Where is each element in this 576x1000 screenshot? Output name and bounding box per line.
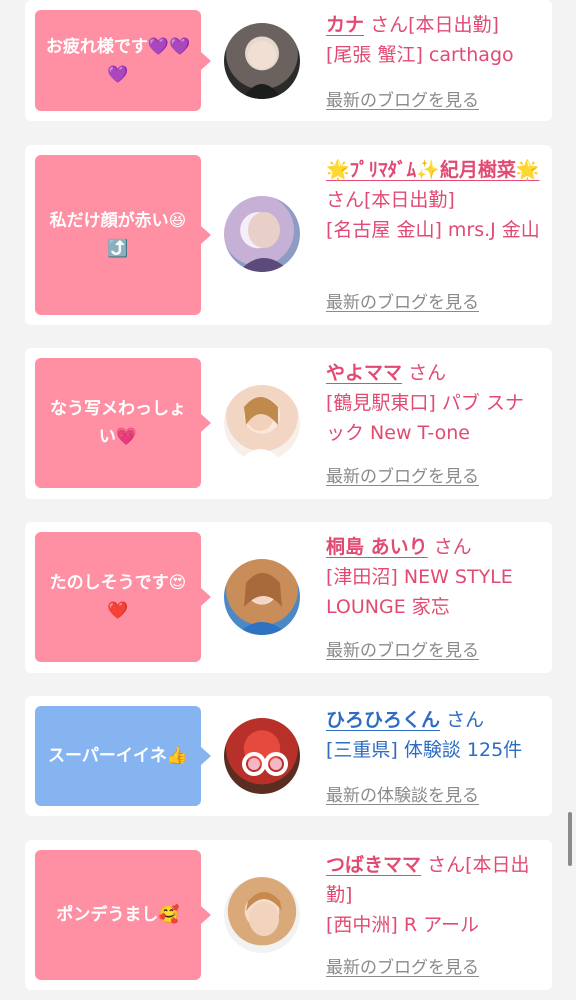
user-name-link[interactable]: つばきママ bbox=[326, 854, 421, 876]
message-bubble: お疲れ様です💜💜💜 bbox=[35, 10, 211, 111]
suffix-text: さん bbox=[433, 536, 472, 558]
card-kana: お疲れ様です💜💜💜 カナ さん[本日出勤] [尾張 蟹江] carthago 最… bbox=[25, 0, 552, 121]
info: ひろひろくん さん [三重県] 体験談 125件 bbox=[326, 705, 541, 765]
avatar[interactable] bbox=[224, 196, 300, 272]
avatar[interactable] bbox=[224, 559, 300, 635]
message-bubble: 私だけ顔が赤い😆⤴️ bbox=[35, 155, 211, 315]
location-text: [三重県] 体験談 125件 bbox=[326, 739, 523, 761]
avatar[interactable] bbox=[224, 877, 300, 953]
message-text: 私だけ顔が赤い😆⤴️ bbox=[49, 211, 187, 259]
message-text: たのしそうです😍❤️ bbox=[49, 573, 187, 621]
info: やよママ さん [鶴見駅東口] パブ スナック New T-one bbox=[326, 358, 541, 448]
latest-blog-link[interactable]: 最新のブログを見る bbox=[326, 462, 479, 487]
avatar-image bbox=[236, 573, 288, 635]
user-name-link[interactable]: 🌟ﾌﾟﾘﾏﾀﾞﾑ✨紀月樹菜🌟 bbox=[326, 159, 539, 181]
avatar-image bbox=[238, 212, 290, 272]
suffix-text: さん[本日出勤] bbox=[326, 189, 455, 211]
suffix-text: さん[本日出勤] bbox=[370, 14, 499, 36]
message-text: スーパーイイネ👍 bbox=[48, 746, 188, 766]
card-yayo: なう写メわっしょい💗 やよママ さん [鶴見駅東口] パブ スナック New T… bbox=[25, 348, 552, 499]
latest-blog-link[interactable]: 最新のブログを見る bbox=[326, 636, 479, 661]
avatar-image bbox=[246, 892, 282, 936]
message-bubble: ポンデうまし🥰 bbox=[35, 850, 211, 980]
avatar-image bbox=[240, 397, 282, 461]
user-name-link[interactable]: やよママ bbox=[326, 362, 402, 384]
info: つばきママ さん[本日出勤] [西中洲] R アール bbox=[326, 850, 541, 940]
latest-blog-link[interactable]: 最新のブログを見る bbox=[326, 86, 479, 111]
avatar-image bbox=[242, 752, 288, 776]
location-text: [名古屋 金山] mrs.J 金山 bbox=[326, 219, 540, 241]
avatar-image bbox=[242, 41, 282, 99]
latest-review-link[interactable]: 最新の体験談を見る bbox=[326, 781, 479, 806]
location-text: [津田沼] NEW STYLE LOUNGE 家忘 bbox=[326, 566, 513, 618]
avatar[interactable] bbox=[224, 718, 300, 794]
latest-blog-link[interactable]: 最新のブログを見る bbox=[326, 288, 479, 313]
info: 桐島 あいり さん [津田沼] NEW STYLE LOUNGE 家忘 bbox=[326, 532, 541, 622]
card-kirishima: たのしそうです😍❤️ 桐島 あいり さん [津田沼] NEW STYLE LOU… bbox=[25, 522, 552, 673]
user-name-link[interactable]: ひろひろくん bbox=[326, 709, 440, 731]
message-text: ポンデうまし🥰 bbox=[56, 905, 180, 925]
info: カナ さん[本日出勤] [尾張 蟹江] carthago bbox=[326, 10, 541, 70]
suffix-text: さん bbox=[408, 362, 447, 384]
message-text: お疲れ様です💜💜💜 bbox=[45, 36, 191, 85]
avatar[interactable] bbox=[224, 23, 300, 99]
avatar[interactable] bbox=[224, 385, 300, 461]
card-hirohiro: スーパーイイネ👍 ひろひろくん さん [三重県] 体験談 125件 最新の体験談… bbox=[25, 696, 552, 816]
location-text: [西中洲] R アール bbox=[326, 914, 479, 936]
user-name-link[interactable]: 桐島 あいり bbox=[326, 536, 428, 558]
message-bubble: なう写メわっしょい💗 bbox=[35, 358, 211, 488]
latest-blog-link[interactable]: 最新のブログを見る bbox=[326, 953, 479, 978]
message-text: なう写メわっしょい💗 bbox=[50, 399, 186, 447]
location-text: [鶴見駅東口] パブ スナック New T-one bbox=[326, 392, 524, 444]
scrollbar[interactable] bbox=[568, 812, 572, 866]
card-kizuki: 私だけ顔が赤い😆⤴️ 🌟ﾌﾟﾘﾏﾀﾞﾑ✨紀月樹菜🌟 さん[本日出勤] [名古屋 … bbox=[25, 145, 552, 325]
user-name-link[interactable]: カナ bbox=[326, 14, 364, 36]
info: 🌟ﾌﾟﾘﾏﾀﾞﾑ✨紀月樹菜🌟 さん[本日出勤] [名古屋 金山] mrs.J 金… bbox=[326, 155, 541, 245]
suffix-text: さん bbox=[446, 709, 485, 731]
card-tsubaki: ポンデうまし🥰 つばきママ さん[本日出勤] [西中洲] R アール 最新のブロ… bbox=[25, 840, 552, 990]
message-bubble: スーパーイイネ👍 bbox=[35, 706, 211, 806]
location-text: [尾張 蟹江] carthago bbox=[326, 44, 514, 66]
message-bubble: たのしそうです😍❤️ bbox=[35, 532, 211, 662]
